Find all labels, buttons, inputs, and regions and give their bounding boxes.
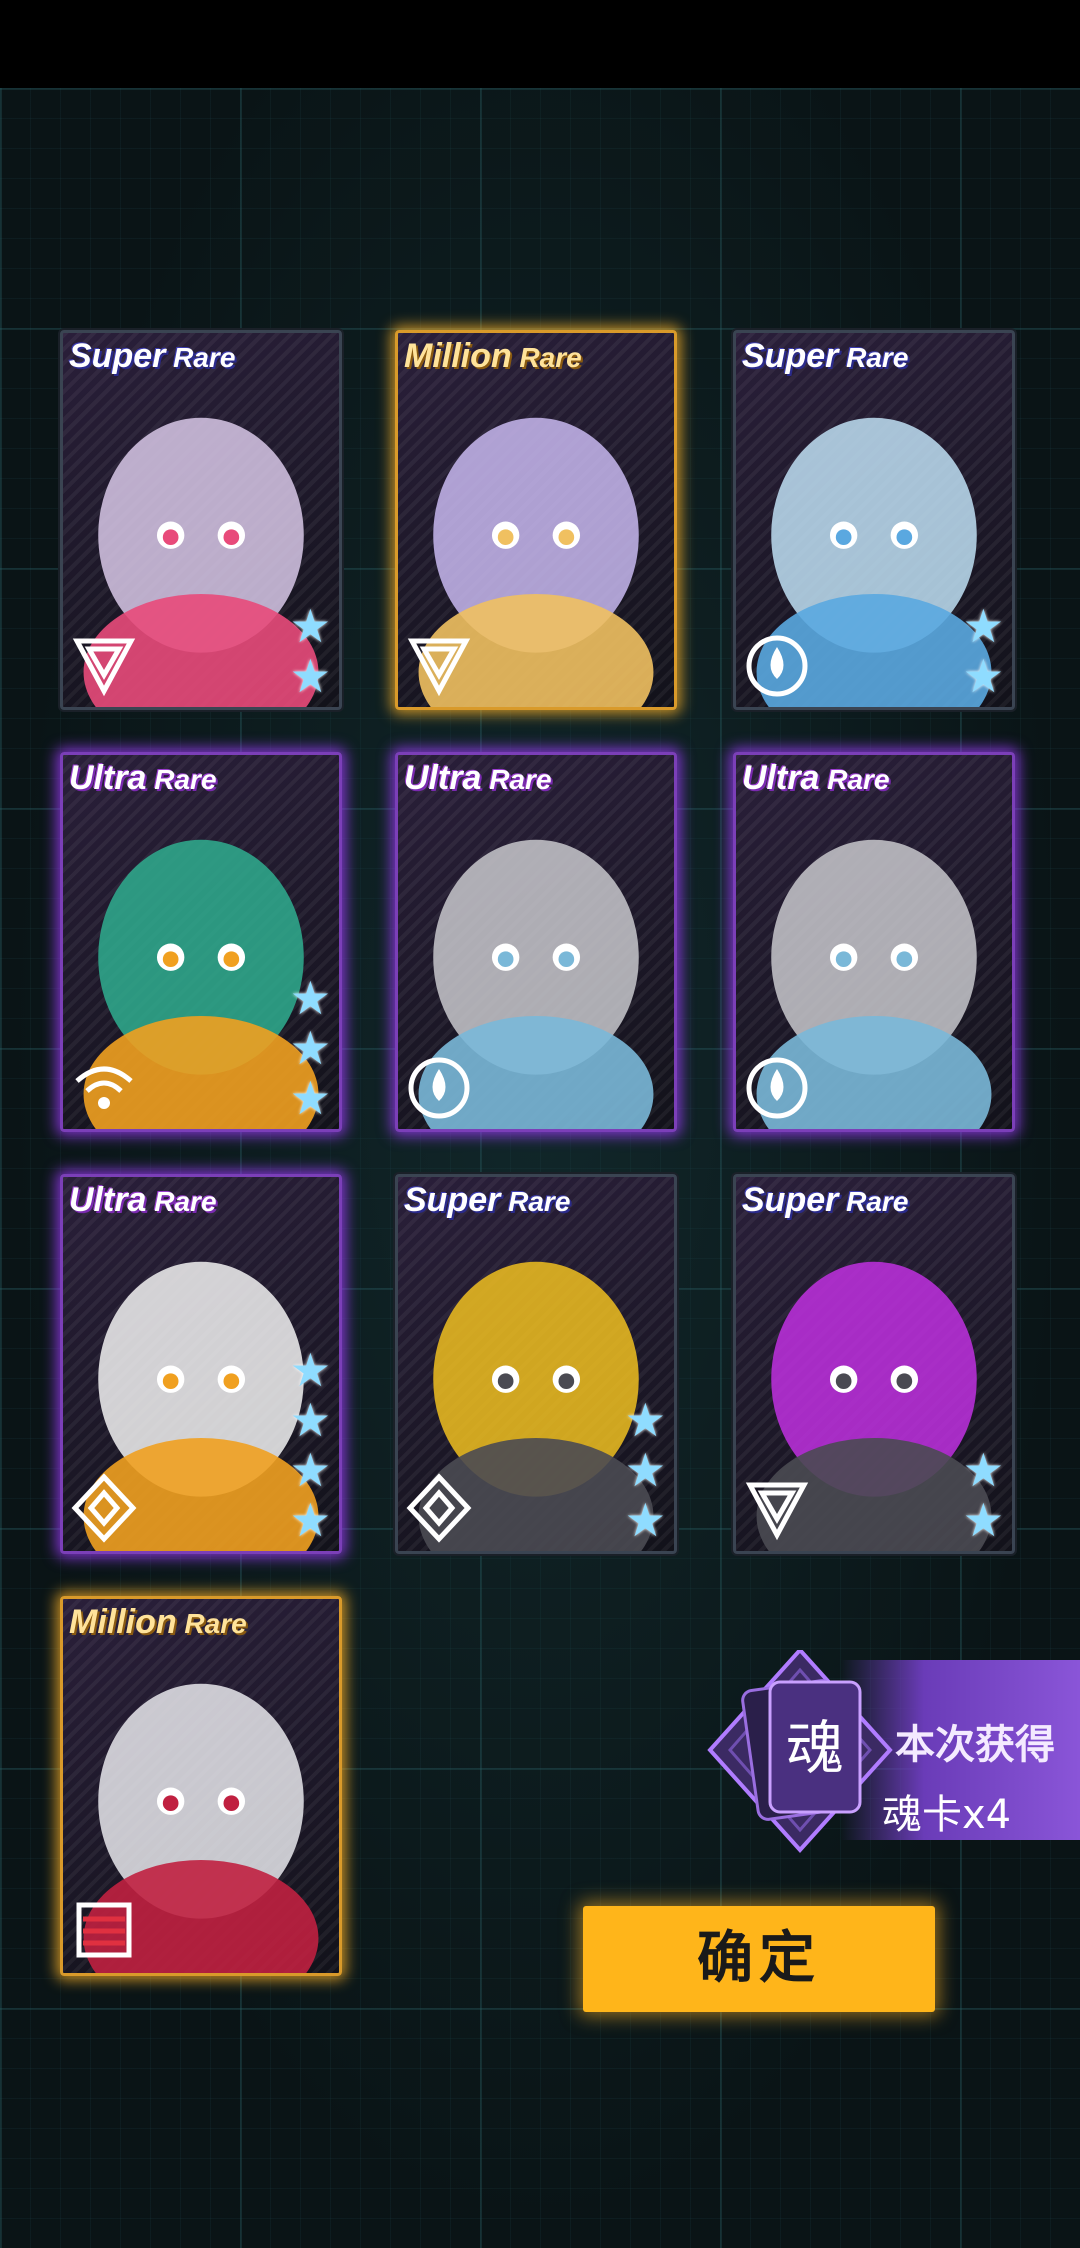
gacha-card[interactable]: Ultra Rare ★ ★ ★ — [60, 752, 342, 1132]
rarity-sub: Rare — [165, 342, 236, 373]
rarity-main: Super — [742, 1181, 839, 1219]
star-icon: ★ — [962, 1443, 1004, 1497]
gacha-card[interactable]: Super Rare ★ ★ ★ — [395, 1174, 677, 1554]
rarity-main: Super — [69, 337, 166, 375]
star-icon: ★ — [962, 1493, 1004, 1547]
star-icon: ★ — [624, 1443, 666, 1497]
rarity-main: Ultra — [69, 759, 147, 797]
star-rating: ★ ★ — [963, 603, 1004, 699]
rarity-label: Super Rare — [742, 337, 908, 376]
gacha-card[interactable]: Ultra Rare ★ ★ ★ ★ — [60, 1174, 342, 1554]
rarity-sub: Rare — [176, 1608, 247, 1639]
rarity-label: Super Rare — [742, 1181, 908, 1220]
star-icon: ★ — [289, 1493, 331, 1547]
rarity-sub: Rare — [146, 1186, 217, 1217]
rarity-sub: Rare — [146, 764, 217, 795]
triangle-element-icon — [72, 638, 136, 697]
rarity-sub: Rare — [511, 342, 582, 373]
rarity-sub: Rare — [838, 1186, 909, 1217]
star-rating: ★ ★ — [290, 603, 331, 699]
star-rating: ★ ★ — [963, 1447, 1004, 1543]
rarity-sub: Rare — [819, 764, 890, 795]
rarity-sub: Rare — [500, 1186, 571, 1217]
rarity-main: Ultra — [404, 759, 482, 797]
star-icon: ★ — [289, 1071, 331, 1125]
soul-reward-count: 魂卡x4 — [882, 1792, 1012, 1838]
drop-element-icon — [746, 635, 808, 697]
rarity-main: Super — [404, 1181, 501, 1219]
gacha-card[interactable]: Million Rare — [395, 330, 677, 710]
rarity-label: Million Rare — [404, 337, 582, 376]
confirm-button[interactable]: 确定 — [583, 1906, 935, 2012]
rarity-label: Ultra Rare — [404, 759, 552, 798]
triangle-element-icon — [745, 1482, 809, 1541]
star-rating: ★ ★ ★ — [290, 975, 331, 1121]
star-rating: ★ ★ ★ — [625, 1397, 666, 1543]
star-icon: ★ — [289, 1393, 331, 1447]
soul-icon-char: 魂 — [786, 1714, 844, 1782]
drop-element-icon — [408, 1057, 470, 1119]
gacha-card[interactable]: Ultra Rare — [733, 752, 1015, 1132]
diamond-element-icon — [71, 1473, 137, 1543]
star-icon: ★ — [962, 599, 1004, 653]
star-rating: ★ ★ ★ ★ — [290, 1347, 331, 1543]
rarity-label: Ultra Rare — [742, 759, 890, 798]
rarity-sub: Rare — [838, 342, 909, 373]
drop-element-icon — [746, 1057, 808, 1119]
triangle-element-icon — [407, 638, 471, 697]
rarity-main: Super — [742, 337, 839, 375]
star-icon: ★ — [289, 1443, 331, 1497]
gacha-card[interactable]: Super Rare ★ ★ — [733, 330, 1015, 710]
star-icon: ★ — [289, 1021, 331, 1075]
rarity-label: Super Rare — [404, 1181, 570, 1220]
star-icon: ★ — [962, 649, 1004, 703]
star-icon: ★ — [624, 1493, 666, 1547]
gacha-card[interactable]: Super Rare ★ ★ — [60, 330, 342, 710]
star-icon: ★ — [289, 649, 331, 703]
rarity-main: Ultra — [69, 1181, 147, 1219]
status-bar — [0, 0, 1080, 88]
gacha-card[interactable]: Super Rare ★ ★ — [733, 1174, 1015, 1554]
rarity-sub: Rare — [481, 764, 552, 795]
rarity-main: Million — [404, 337, 512, 375]
signal-element-icon — [75, 1066, 133, 1109]
rarity-main: Million — [69, 1603, 177, 1641]
rarity-label: Ultra Rare — [69, 1181, 217, 1220]
rarity-main: Ultra — [742, 759, 820, 797]
gacha-card[interactable]: Million Rare — [60, 1596, 342, 1976]
star-icon: ★ — [289, 1343, 331, 1397]
soul-reward-label: 本次获得 — [895, 1722, 1055, 1768]
star-icon: ★ — [624, 1393, 666, 1447]
rarity-label: Ultra Rare — [69, 759, 217, 798]
rarity-label: Super Rare — [69, 337, 235, 376]
star-icon: ★ — [289, 971, 331, 1025]
diamond-element-icon — [406, 1473, 472, 1543]
rarity-label: Million Rare — [69, 1603, 247, 1642]
stripe-element-icon — [76, 1902, 132, 1958]
star-icon: ★ — [289, 599, 331, 653]
gacha-card[interactable]: Ultra Rare — [395, 752, 677, 1132]
